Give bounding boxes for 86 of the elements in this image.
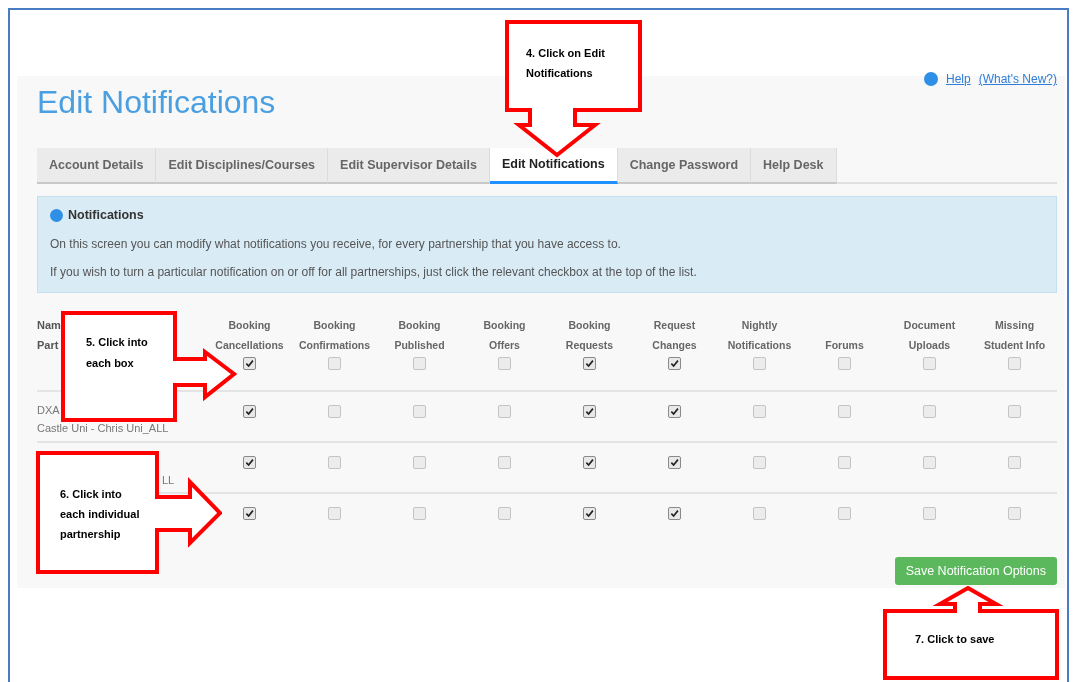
checkbox[interactable]: [1008, 507, 1021, 520]
column-header: Booking Cancellations: [215, 318, 284, 353]
checkbox[interactable]: [1008, 405, 1021, 418]
checkbox[interactable]: [243, 456, 256, 469]
checkbox[interactable]: [413, 507, 426, 520]
checkbox[interactable]: [753, 507, 766, 520]
checkbox[interactable]: [498, 357, 511, 370]
checkmark-icon: [670, 509, 679, 518]
info-icon: [50, 208, 63, 222]
checkbox[interactable]: [583, 456, 596, 469]
checkbox[interactable]: [668, 405, 681, 418]
checkbox[interactable]: [753, 405, 766, 418]
checkbox[interactable]: [753, 357, 766, 370]
checkbox[interactable]: [243, 507, 256, 520]
checkbox[interactable]: [923, 405, 936, 418]
column-header: Booking Confirmations: [298, 318, 371, 353]
tab[interactable]: Change Password: [617, 148, 752, 184]
callout-text: 7. Click to save: [915, 632, 995, 647]
checkmark-icon: [670, 407, 679, 416]
checkbox[interactable]: [413, 456, 426, 469]
checkbox[interactable]: [328, 456, 341, 469]
column-header: Document Uploads: [903, 318, 956, 353]
save-button[interactable]: Save Notification Options: [894, 557, 1057, 585]
checkbox[interactable]: [923, 507, 936, 520]
help-link[interactable]: Help: [946, 70, 971, 88]
column-header: Nightly Notifications: [727, 318, 792, 353]
checkmark-icon: [585, 359, 594, 368]
checkbox[interactable]: [838, 507, 851, 520]
info-text: If you wish to turn a particular notification on or off for all partnerships, just click the relevant checkbox at the top of the list.: [50, 263, 698, 281]
column-header: Missing Student Info: [983, 318, 1046, 353]
checkbox[interactable]: [243, 357, 256, 370]
checkbox[interactable]: [923, 456, 936, 469]
checkbox[interactable]: [328, 357, 341, 370]
checkbox[interactable]: [838, 357, 851, 370]
checkbox[interactable]: [413, 405, 426, 418]
help-link[interactable]: (What's New?): [978, 70, 1057, 88]
info-icon: [924, 72, 938, 86]
column-header: Forums: [825, 338, 864, 353]
column-header: Part: [37, 338, 59, 352]
checkbox[interactable]: [583, 405, 596, 418]
checkbox[interactable]: [668, 357, 681, 370]
column-header: Request Changes: [652, 318, 697, 353]
tab[interactable]: Edit Disciplines/Courses: [156, 148, 329, 184]
callout-text: 6. Click into each individual partnership: [60, 487, 140, 542]
checkbox[interactable]: [498, 456, 511, 469]
column-header: Booking Offers: [483, 318, 526, 353]
checkbox[interactable]: [328, 507, 341, 520]
checkbox[interactable]: [1008, 456, 1021, 469]
checkbox[interactable]: [583, 507, 596, 520]
checkmark-icon: [585, 509, 594, 518]
checkmark-icon: [245, 458, 254, 467]
checkbox[interactable]: [1008, 357, 1021, 370]
tab[interactable]: Help Desk: [751, 148, 837, 184]
checkbox[interactable]: [498, 405, 511, 418]
partnership-name: LL: [162, 473, 175, 487]
tab[interactable]: Edit Notifications: [489, 148, 618, 184]
checkbox[interactable]: [583, 357, 596, 370]
checkmark-icon: [245, 509, 254, 518]
column-header: Nam: [37, 318, 61, 332]
checkmark-icon: [245, 407, 254, 416]
checkmark-icon: [670, 359, 679, 368]
checkmark-icon: [585, 458, 594, 467]
checkbox[interactable]: [923, 357, 936, 370]
column-header: Booking Requests: [565, 318, 614, 353]
tab[interactable]: Account Details: [37, 148, 157, 184]
checkbox[interactable]: [668, 456, 681, 469]
callout-text: 5. Click into each box: [86, 335, 148, 371]
checkbox[interactable]: [498, 507, 511, 520]
checkbox[interactable]: [838, 405, 851, 418]
checkbox[interactable]: [838, 456, 851, 469]
callout-text: 4. Click on Edit Notifications: [526, 46, 606, 81]
info-text: On this screen you can modify what notifications you receive, for every partnership that you have access to.: [50, 235, 622, 253]
checkbox[interactable]: [243, 405, 256, 418]
checkbox[interactable]: [328, 405, 341, 418]
partnership-name: DXA: [37, 403, 60, 417]
checkbox[interactable]: [668, 507, 681, 520]
checkbox[interactable]: [413, 357, 426, 370]
checkmark-icon: [585, 407, 594, 416]
tab[interactable]: Edit Supervisor Details: [328, 148, 490, 184]
checkmark-icon: [670, 458, 679, 467]
column-header: Booking Published: [394, 318, 445, 353]
checkmark-icon: [245, 359, 254, 368]
checkbox[interactable]: [753, 456, 766, 469]
page-title: Edit Notifications: [37, 83, 276, 122]
info-title: Notifications: [68, 207, 144, 224]
partnership-name: Castle Uni - Chris Uni_ALL: [37, 421, 169, 435]
